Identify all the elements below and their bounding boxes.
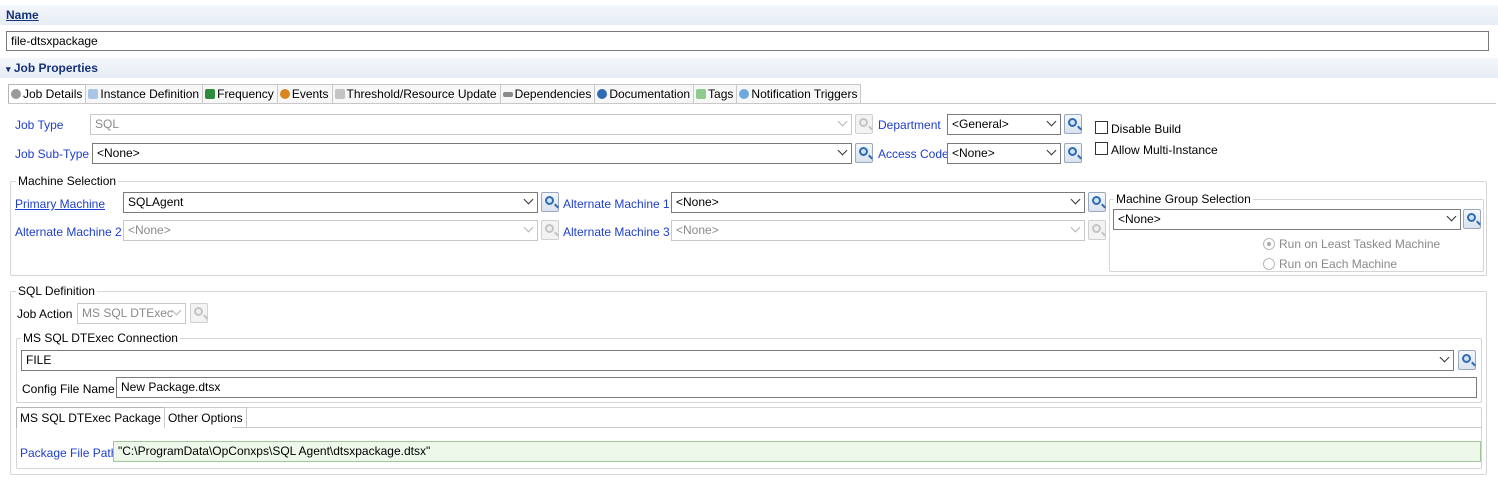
job-subtype-select[interactable]: <None> (92, 143, 852, 164)
alternate-machine-1-label: Alternate Machine 1 (563, 197, 670, 211)
access-code-search-button[interactable] (1064, 143, 1082, 163)
machine-selection-title: Machine Selection (16, 174, 119, 188)
job-type-search-button (855, 114, 873, 134)
machine-group-search-button[interactable] (1463, 209, 1481, 229)
job-properties-title: Job Properties (13, 61, 98, 75)
alert-icon (279, 89, 290, 99)
chevron-down-icon (523, 222, 534, 233)
run-least-tasked-radio[interactable] (1263, 238, 1275, 250)
job-action-search-button (190, 303, 208, 323)
access-code-select[interactable]: <None> (947, 143, 1061, 164)
help-icon (597, 89, 608, 99)
tab-instance-definition[interactable]: Instance Definition (85, 84, 204, 104)
run-each-machine-radio[interactable] (1263, 258, 1275, 270)
chevron-down-icon (837, 145, 848, 156)
tag-icon (696, 89, 707, 99)
alternate-machine-2-select: <None> (123, 220, 538, 241)
search-icon (859, 147, 868, 156)
connection-search-button[interactable] (1458, 350, 1476, 370)
search-icon (1068, 118, 1077, 127)
job-name-input[interactable]: file-dtsxpackage (6, 31, 1489, 51)
allow-multi-instance-checkbox[interactable] (1095, 142, 1108, 155)
job-subtype-label: Job Sub-Type (15, 147, 90, 161)
disable-build-checkbox[interactable] (1095, 121, 1108, 134)
tab-ms-sql-dtexec-package[interactable]: MS SQL DTExec Package (16, 407, 165, 428)
primary-machine-select[interactable]: SQLAgent (123, 192, 538, 213)
tab-divider (8, 103, 1496, 104)
search-icon (1068, 147, 1077, 156)
alternate-machine-1-search-button[interactable] (1088, 192, 1106, 212)
alternate-machine-3-search-button (1088, 220, 1106, 240)
link-icon (502, 92, 513, 97)
tab-notification-triggers[interactable]: Notification Triggers (736, 84, 862, 104)
alternate-machine-1-select[interactable]: <None> (671, 192, 1085, 213)
search-icon (1467, 213, 1476, 222)
chevron-down-icon (837, 116, 848, 127)
tab-events[interactable]: Events (276, 84, 333, 104)
search-icon (859, 118, 868, 127)
tab-threshold-resource-update[interactable]: Threshold/Resource Update (331, 84, 501, 104)
chevron-down-icon (1439, 352, 1450, 363)
job-properties-tabs: Job Details Instance Definition Frequency E… (8, 84, 862, 104)
alternate-machine-3-label: Alternate Machine 3 (563, 225, 670, 239)
chevron-down-icon (523, 194, 534, 205)
primary-machine-search-button[interactable] (541, 192, 559, 212)
primary-machine-label[interactable]: Primary Machine (15, 197, 105, 211)
allow-multi-instance-label: Allow Multi-Instance (1111, 143, 1218, 157)
disable-build-label: Disable Build (1111, 122, 1182, 136)
name-section-header: Name (0, 5, 1498, 25)
job-properties-header[interactable]: ▾ Job Properties (0, 58, 1498, 78)
chevron-down-icon (171, 305, 182, 316)
connection-title: MS SQL DTExec Connection (21, 331, 180, 345)
notification-icon (739, 89, 750, 99)
search-icon (545, 224, 554, 233)
alternate-machine-2-label: Alternate Machine 2 (15, 225, 122, 239)
tag-icon (88, 89, 99, 99)
run-least-tasked-label: Run on Least Tasked Machine (1279, 237, 1441, 251)
search-icon (1092, 196, 1101, 205)
alternate-machine-2-search-button (541, 220, 559, 240)
job-type-select: SQL (90, 114, 852, 135)
subtab-divider (232, 427, 1482, 428)
config-file-name-label: Config File Name (22, 382, 115, 396)
access-code-label: Access Code (878, 147, 949, 161)
tab-dependencies[interactable]: Dependencies (499, 84, 596, 104)
calendar-plus-icon (205, 89, 216, 99)
job-subtype-search-button[interactable] (855, 143, 873, 163)
chevron-down-icon (1070, 222, 1081, 233)
machine-group-select[interactable]: <None> (1113, 209, 1461, 230)
tab-documentation[interactable]: Documentation (594, 84, 695, 104)
package-file-path-label: Package File Path (20, 446, 118, 460)
chevron-down-icon (1070, 194, 1081, 205)
job-type-label: Job Type (15, 118, 64, 132)
search-icon (1092, 224, 1101, 233)
package-file-path-input[interactable]: "C:\ProgramData\OpConxps\SQL Agent\dtsxp… (113, 441, 1481, 462)
job-action-label: Job Action (17, 307, 73, 321)
connection-select[interactable]: FILE (21, 350, 1454, 371)
gear-icon (11, 89, 21, 99)
tab-frequency[interactable]: Frequency (202, 84, 278, 104)
threshold-icon (334, 89, 345, 99)
tab-tags[interactable]: Tags (693, 84, 738, 104)
alternate-machine-3-select: <None> (671, 220, 1085, 241)
job-action-select: MS SQL DTExec (77, 303, 186, 324)
package-subtabs: MS SQL DTExec Package Other Options (16, 407, 247, 428)
config-file-name-input[interactable]: New Package.dtsx (116, 377, 1477, 398)
run-each-machine-label: Run on Each Machine (1279, 257, 1398, 271)
search-icon (1462, 354, 1471, 363)
department-select[interactable]: <General> (947, 114, 1061, 135)
sql-definition-title: SQL Definition (16, 284, 97, 298)
search-icon (545, 196, 554, 205)
chevron-down-icon (1446, 211, 1457, 222)
department-search-button[interactable] (1064, 114, 1082, 134)
machine-group-selection-title: Machine Group Selection (1114, 192, 1253, 206)
chevron-down-icon (1046, 145, 1057, 156)
department-label: Department (878, 118, 941, 132)
name-section-title: Name (6, 8, 39, 22)
collapse-icon[interactable]: ▾ (6, 64, 11, 74)
tab-other-options[interactable]: Other Options (163, 407, 247, 428)
search-icon (194, 307, 203, 316)
chevron-down-icon (1046, 116, 1057, 127)
tab-job-details[interactable]: Job Details (8, 84, 87, 104)
